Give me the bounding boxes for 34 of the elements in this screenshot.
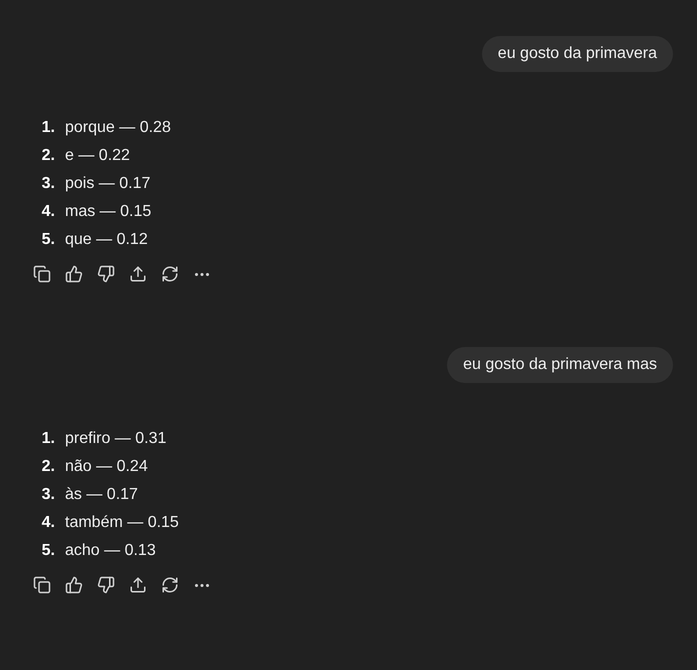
list-item-text: pois — 0.17 xyxy=(65,174,150,194)
user-message: eu gosto da primavera mas xyxy=(447,347,673,383)
list-number: 5. xyxy=(40,541,55,561)
refresh-icon xyxy=(161,265,179,283)
thumbs-up-icon xyxy=(65,576,83,594)
list-item-text: também — 0.15 xyxy=(65,513,179,533)
list-item-text: porque — 0.28 xyxy=(65,118,171,138)
thumbs-down-icon xyxy=(97,576,115,594)
refresh-icon xyxy=(161,576,179,594)
list-item-text: mas — 0.15 xyxy=(65,202,152,222)
list-item-text: às — 0.17 xyxy=(65,485,138,505)
thumbs-down-icon xyxy=(97,265,115,283)
list-item-text: prefiro — 0.31 xyxy=(65,429,166,449)
user-message: eu gosto da primavera xyxy=(482,36,673,72)
more-icon xyxy=(195,272,209,276)
list-number: 4. xyxy=(40,513,55,533)
list-item-text: e — 0.22 xyxy=(65,146,130,166)
more-icon xyxy=(195,584,209,586)
list-number: 3. xyxy=(40,174,55,194)
upload-icon xyxy=(129,576,147,594)
list-number: 2. xyxy=(40,457,55,477)
list-number: 3. xyxy=(40,485,55,505)
copy-icon xyxy=(33,576,51,594)
list-number: 4. xyxy=(40,202,55,222)
list-item-text: que — 0.12 xyxy=(65,230,148,250)
list-number: 1. xyxy=(40,118,55,138)
list-item-text: acho — 0.13 xyxy=(65,541,156,561)
list-number: 2. xyxy=(40,146,55,166)
list-number: 5. xyxy=(40,230,55,250)
list-number: 1. xyxy=(40,429,55,449)
list-item-text: não — 0.24 xyxy=(65,457,148,477)
thumbs-up-icon xyxy=(65,265,83,283)
upload-icon xyxy=(129,265,147,283)
copy-icon xyxy=(33,265,51,283)
